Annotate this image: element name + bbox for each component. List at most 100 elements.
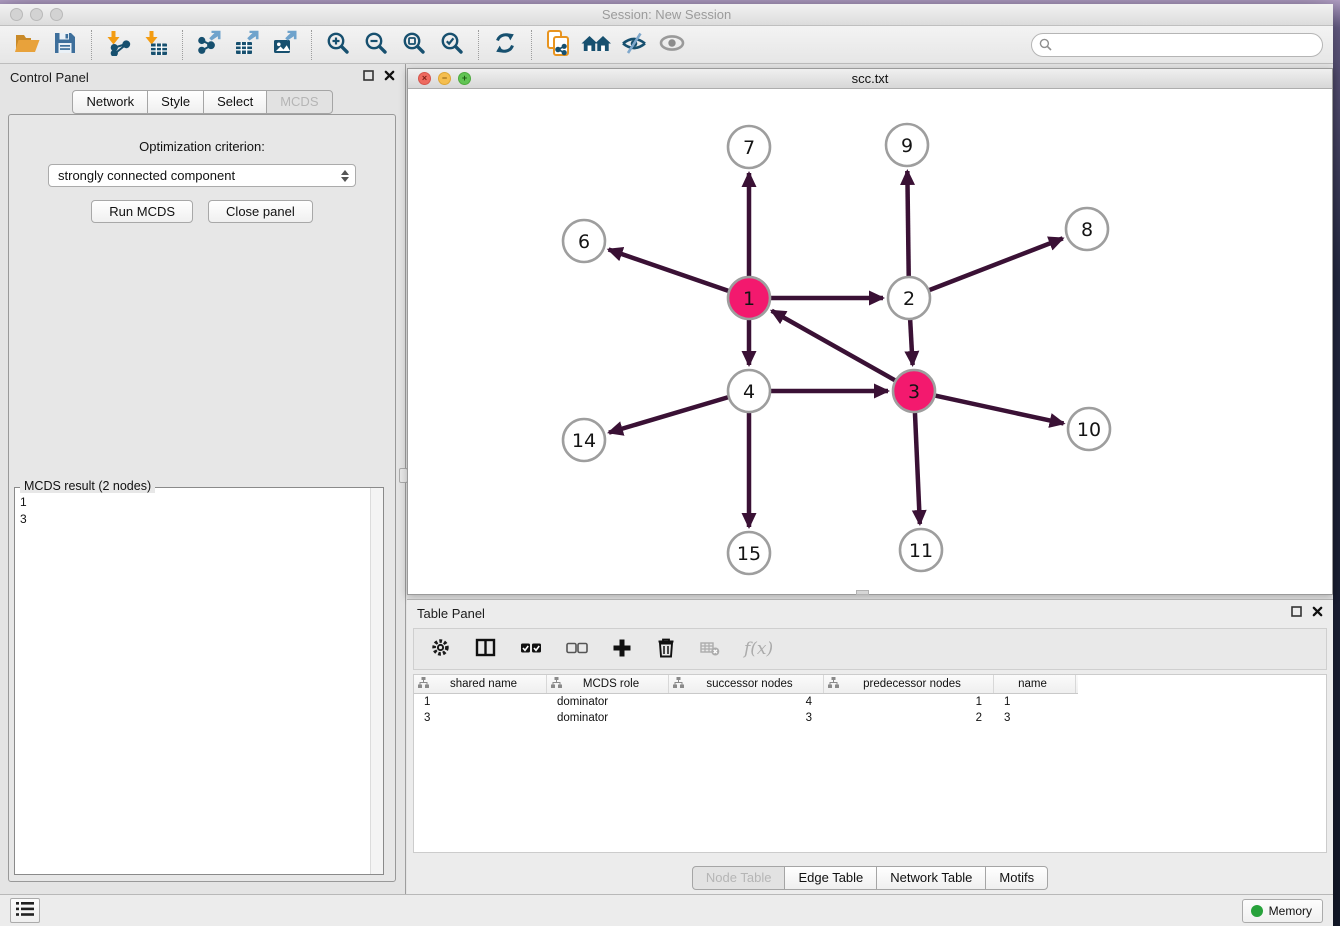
table-cell[interactable]: 4 [669,696,824,708]
graph-node-7[interactable]: 7 [728,126,770,168]
delete-row-button[interactable] [656,637,676,661]
import-network-button[interactable] [99,29,137,61]
zoom-in-button[interactable] [319,29,357,61]
window-zoom-button[interactable] [50,8,63,21]
export-image-button[interactable] [266,29,304,61]
toolbar-separator [182,30,183,60]
network-view-window: × − + scc.txt 7968124314101511 [407,68,1333,595]
table-cell[interactable]: 3 [994,712,1076,724]
float-panel-icon[interactable] [1291,604,1302,622]
graph-node-4[interactable]: 4 [728,370,770,412]
graph-node-11[interactable]: 11 [900,529,942,571]
column-header-successor-nodes[interactable]: successor nodes [669,675,824,693]
network-close-button[interactable]: × [418,72,431,85]
zoom-out-icon [363,30,389,59]
tab-edge-table[interactable]: Edge Table [784,866,877,890]
houses-button[interactable] [577,29,615,61]
network-minimize-button[interactable]: − [438,72,451,85]
network-maximize-button[interactable]: + [458,72,471,85]
export-network-button[interactable] [190,29,228,61]
graph-edge-3-10[interactable] [935,395,1064,423]
refresh-icon [492,30,518,59]
float-panel-icon[interactable] [363,68,374,86]
result-scrollbar[interactable] [370,488,383,874]
close-panel-button[interactable]: Close panel [208,200,313,223]
export-table-button[interactable] [228,29,266,61]
graph-node-6[interactable]: 6 [563,220,605,262]
graph-edge-2-3[interactable] [910,319,912,365]
graph-edge-3-1[interactable] [772,311,896,381]
export-table-icon [234,30,260,59]
graph-node-9[interactable]: 9 [886,124,928,166]
table-cell[interactable]: 1 [994,696,1076,708]
clone-network-button[interactable] [539,29,577,61]
open-session-button[interactable] [8,29,46,61]
search-input[interactable] [1031,33,1323,57]
table-row[interactable]: 3dominator323 [414,710,1326,726]
function-builder-button[interactable]: f(x) [744,639,773,659]
table-cell[interactable]: 3 [414,712,547,724]
memory-button[interactable]: Memory [1242,899,1323,923]
close-panel-icon[interactable] [384,68,395,86]
table-cell[interactable]: 1 [414,696,547,708]
eye-icon [657,30,687,59]
tab-network[interactable]: Network [72,90,148,114]
tab-network-table[interactable]: Network Table [876,866,986,890]
tab-select[interactable]: Select [203,90,267,114]
delete-column-button[interactable] [700,639,720,660]
task-history-button[interactable] [10,898,40,923]
close-panel-icon[interactable] [1312,604,1323,622]
graph-node-1[interactable]: 1 [728,277,770,319]
table-cell[interactable]: 2 [824,712,994,724]
select-all-button[interactable] [520,642,542,657]
deselect-all-icon [566,642,588,657]
zoom-selected-button[interactable] [433,29,471,61]
table-cell[interactable]: dominator [547,712,669,724]
graph-node-3[interactable]: 3 [893,370,935,412]
table-cell[interactable]: 1 [824,696,994,708]
save-session-button[interactable] [46,29,84,61]
zoom-out-button[interactable] [357,29,395,61]
table-settings-button[interactable] [430,637,451,661]
zoom-fit-button[interactable] [395,29,433,61]
tab-node-table[interactable]: Node Table [692,866,786,890]
import-table-button[interactable] [137,29,175,61]
status-bar: Memory [0,894,1333,926]
graph-node-14[interactable]: 14 [563,419,605,461]
optimization-dropdown[interactable]: strongly connected component [48,164,356,187]
clone-network-icon [545,30,571,59]
refresh-button[interactable] [486,29,524,61]
network-canvas[interactable]: 7 9 6 8 1 2 4 3 14 10 15 11 [408,89,1332,592]
window-close-button[interactable] [10,8,23,21]
graph-edge-2-9[interactable] [907,171,908,277]
svg-text:3: 3 [908,381,920,403]
title-bar: Session: New Session [0,4,1333,26]
network-resize-handle[interactable] [856,590,869,595]
graph-node-15[interactable]: 15 [728,532,770,574]
svg-text:7: 7 [743,137,755,159]
graph-node-2[interactable]: 2 [888,277,930,319]
graph-edge-4-14[interactable] [609,397,729,433]
table-row[interactable]: 1dominator411 [414,694,1326,710]
tab-motifs[interactable]: Motifs [985,866,1048,890]
column-header-predecessor-nodes[interactable]: predecessor nodes [824,675,994,693]
column-header-mcds-role[interactable]: MCDS role [547,675,669,693]
column-header-name[interactable]: name [994,675,1076,693]
graph-edge-1-6[interactable] [609,249,730,291]
table-cell[interactable]: dominator [547,696,669,708]
hide-graphics-button[interactable] [615,29,653,61]
deselect-all-button[interactable] [566,642,588,657]
column-header-shared-name[interactable]: shared name [414,675,547,693]
graph-edge-3-11[interactable] [915,412,920,524]
add-row-button[interactable] [612,638,632,661]
table-cell[interactable]: 3 [669,712,824,724]
tab-mcds[interactable]: MCDS [266,90,332,114]
tab-style[interactable]: Style [147,90,204,114]
graph-node-8[interactable]: 8 [1066,208,1108,250]
graph-edge-2-8[interactable] [929,238,1063,290]
window-minimize-button[interactable] [30,8,43,21]
show-graphics-button[interactable] [653,29,691,61]
show-columns-button[interactable] [475,638,496,660]
run-mcds-button[interactable]: Run MCDS [91,200,193,223]
graph-node-10[interactable]: 10 [1068,408,1110,450]
